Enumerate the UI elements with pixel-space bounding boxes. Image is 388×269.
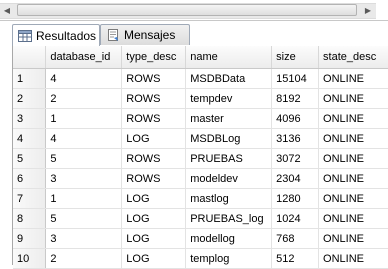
cell-database-id[interactable]: 1 — [45, 108, 123, 129]
scroll-left-icon[interactable]: ◀ — [0, 3, 14, 17]
cell-state-desc[interactable]: ONLINE — [318, 248, 388, 269]
tab-resultados-label: Resultados — [36, 28, 97, 43]
results-table: database_id type_desc name size state_de… — [13, 46, 388, 269]
cell-size[interactable]: 1024 — [271, 208, 320, 229]
tab-mensajes-label: Mensajes — [124, 28, 176, 42]
table-row[interactable]: 7 1 LOG mastlog 1280 ONLINE — [13, 188, 388, 209]
cell-type-desc[interactable]: LOG — [121, 248, 187, 269]
cell-size[interactable]: 4096 — [271, 108, 320, 129]
cell-name[interactable]: master — [185, 108, 273, 129]
column-header-database-id[interactable]: database_id — [45, 46, 123, 69]
table-row[interactable]: 10 2 LOG templog 512 ONLINE — [13, 248, 388, 269]
cell-database-id[interactable]: 3 — [45, 168, 123, 189]
row-number[interactable]: 10 — [13, 248, 47, 269]
cell-name[interactable]: modeldev — [185, 168, 273, 189]
table-row[interactable]: 8 5 LOG PRUEBAS_log 1024 ONLINE — [13, 208, 388, 229]
cell-name[interactable]: MSDBLog — [185, 128, 273, 149]
tab-resultados[interactable]: Resultados — [12, 24, 100, 46]
cell-database-id[interactable]: 2 — [45, 88, 123, 109]
results-grid[interactable]: database_id type_desc name size state_de… — [12, 46, 388, 269]
row-header-corner[interactable] — [13, 46, 47, 69]
cell-size[interactable]: 512 — [271, 248, 320, 269]
cell-name[interactable]: MSDBData — [185, 68, 273, 89]
header-row: database_id type_desc name size state_de… — [13, 46, 388, 69]
row-number[interactable]: 8 — [13, 208, 47, 229]
cell-name[interactable]: modellog — [185, 228, 273, 249]
column-header-type-desc[interactable]: type_desc — [121, 46, 187, 69]
table-row[interactable]: 1 4 ROWS MSDBData 15104 ONLINE — [13, 68, 388, 89]
cell-name[interactable]: mastlog — [185, 188, 273, 209]
row-number[interactable]: 1 — [13, 68, 47, 89]
cell-database-id[interactable]: 1 — [45, 188, 123, 209]
cell-state-desc[interactable]: ONLINE — [318, 148, 388, 169]
row-number[interactable]: 9 — [13, 228, 47, 249]
row-number[interactable]: 4 — [13, 128, 47, 149]
cell-size[interactable]: 768 — [271, 228, 320, 249]
cell-type-desc[interactable]: ROWS — [121, 148, 187, 169]
cell-database-id[interactable]: 5 — [45, 148, 123, 169]
table-row[interactable]: 3 1 ROWS master 4096 ONLINE — [13, 108, 388, 129]
cell-size[interactable]: 8192 — [271, 88, 320, 109]
cell-size[interactable]: 15104 — [271, 68, 320, 89]
cell-name[interactable]: PRUEBAS_log — [185, 208, 273, 229]
cell-state-desc[interactable]: ONLINE — [318, 168, 388, 189]
cell-database-id[interactable]: 5 — [45, 208, 123, 229]
cell-type-desc[interactable]: LOG — [121, 128, 187, 149]
cell-state-desc[interactable]: ONLINE — [318, 108, 388, 129]
cell-type-desc[interactable]: ROWS — [121, 68, 187, 89]
cell-state-desc[interactable]: ONLINE — [318, 188, 388, 209]
cell-name[interactable]: tempdev — [185, 88, 273, 109]
scroll-right-icon[interactable]: ▶ — [360, 3, 376, 17]
table-row[interactable]: 5 5 ROWS PRUEBAS 3072 ONLINE — [13, 148, 388, 169]
results-tab-strip: Resultados Mensajes — [12, 24, 388, 47]
cell-state-desc[interactable]: ONLINE — [318, 68, 388, 89]
cell-database-id[interactable]: 2 — [45, 248, 123, 269]
cell-type-desc[interactable]: ROWS — [121, 108, 187, 129]
row-number[interactable]: 5 — [13, 148, 47, 169]
cell-state-desc[interactable]: ONLINE — [318, 88, 388, 109]
cell-database-id[interactable]: 3 — [45, 228, 123, 249]
row-number[interactable]: 6 — [13, 168, 47, 189]
grid-results-icon — [18, 29, 32, 43]
cell-database-id[interactable]: 4 — [45, 128, 123, 149]
table-row[interactable]: 4 4 LOG MSDBLog 3136 ONLINE — [13, 128, 388, 149]
cell-type-desc[interactable]: ROWS — [121, 88, 187, 109]
cell-size[interactable]: 1280 — [271, 188, 320, 209]
table-row[interactable]: 2 2 ROWS tempdev 8192 ONLINE — [13, 88, 388, 109]
column-header-name[interactable]: name — [185, 46, 273, 69]
column-header-size[interactable]: size — [271, 46, 320, 69]
row-number[interactable]: 3 — [13, 108, 47, 129]
cell-type-desc[interactable]: LOG — [121, 188, 187, 209]
cell-name[interactable]: templog — [185, 248, 273, 269]
table-row[interactable]: 6 3 ROWS modeldev 2304 ONLINE — [13, 168, 388, 189]
cell-size[interactable]: 3136 — [271, 128, 320, 149]
cell-state-desc[interactable]: ONLINE — [318, 228, 388, 249]
cell-type-desc[interactable]: ROWS — [121, 168, 187, 189]
cell-type-desc[interactable]: LOG — [121, 228, 187, 249]
column-header-state-desc[interactable]: state_desc — [318, 46, 388, 69]
cell-size[interactable]: 2304 — [271, 168, 320, 189]
row-number[interactable]: 7 — [13, 188, 47, 209]
cell-state-desc[interactable]: ONLINE — [318, 128, 388, 149]
messages-icon — [106, 28, 120, 42]
row-number[interactable]: 2 — [13, 88, 47, 109]
cell-name[interactable]: PRUEBAS — [185, 148, 273, 169]
cell-state-desc[interactable]: ONLINE — [318, 208, 388, 229]
table-row[interactable]: 9 3 LOG modellog 768 ONLINE — [13, 228, 388, 249]
tab-mensajes[interactable]: Mensajes — [100, 24, 190, 45]
cell-type-desc[interactable]: LOG — [121, 208, 187, 229]
cell-size[interactable]: 3072 — [271, 148, 320, 169]
horizontal-scrollbar[interactable]: ◀ ▶ — [0, 0, 388, 21]
scrollbar-thumb[interactable] — [17, 4, 357, 16]
cell-database-id[interactable]: 4 — [45, 68, 123, 89]
